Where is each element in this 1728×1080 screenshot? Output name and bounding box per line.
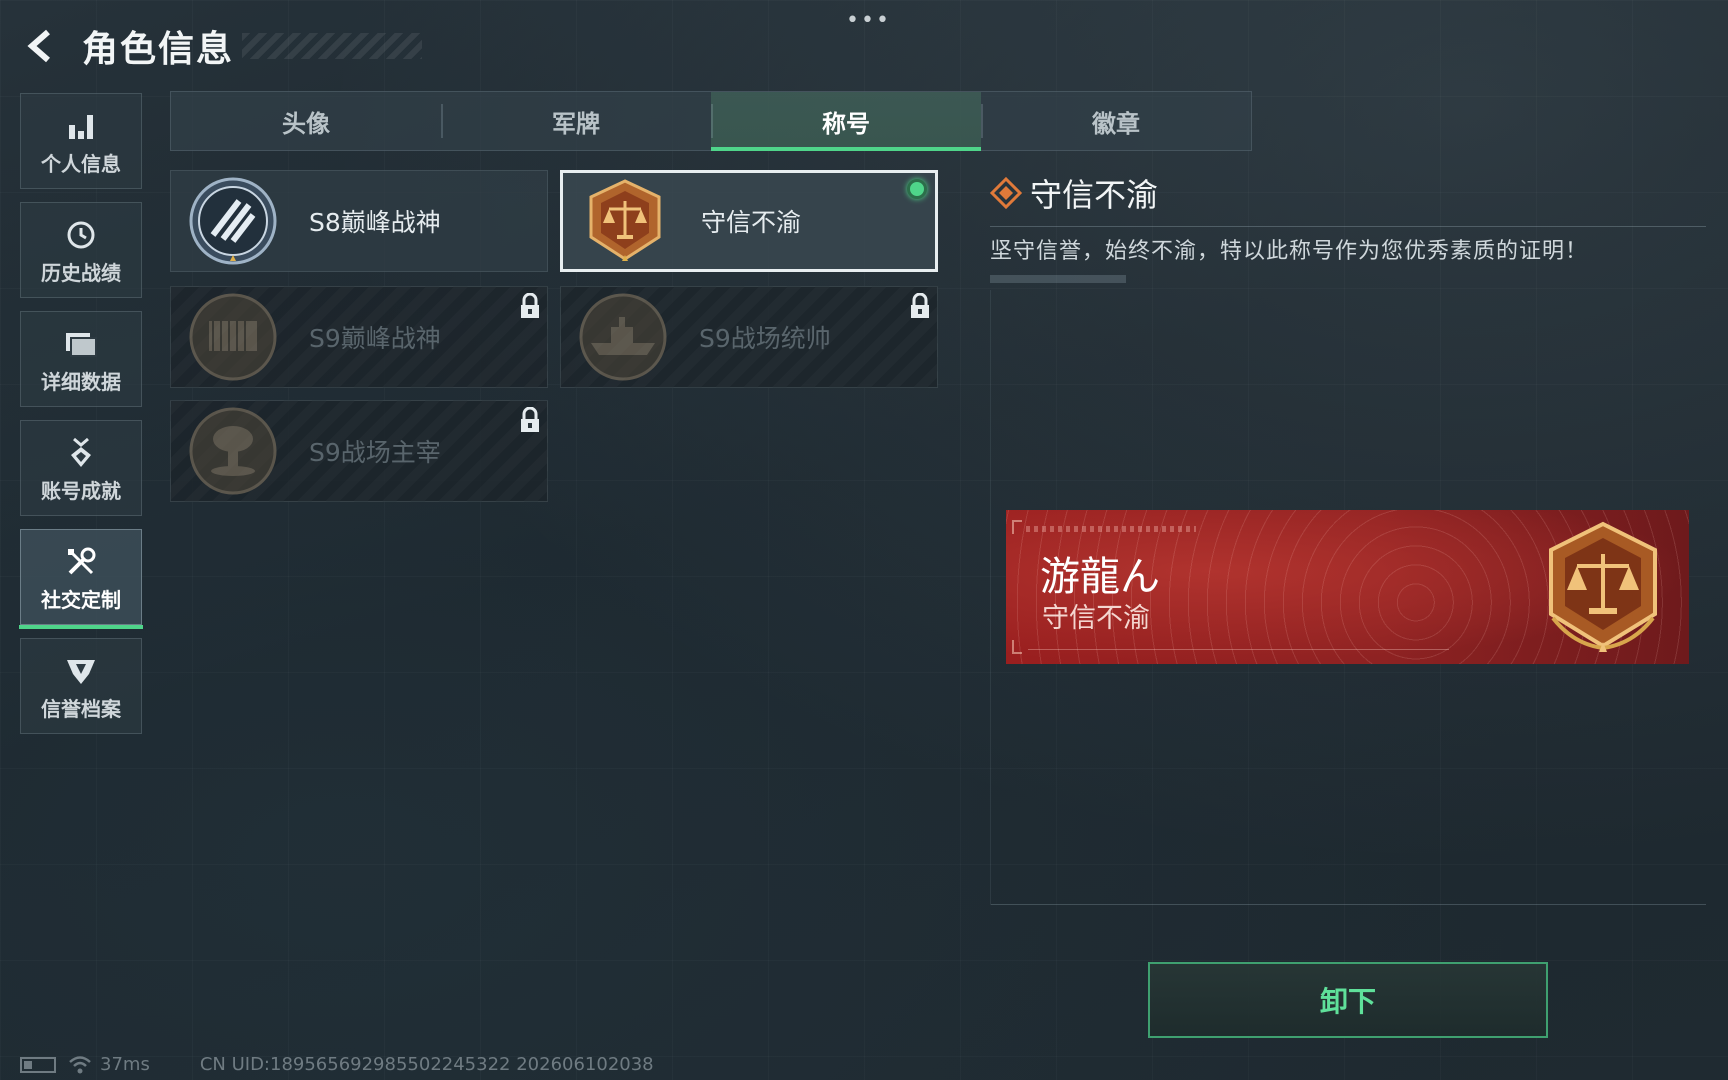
- medal-icon: [66, 433, 96, 473]
- sidebar-item-achievements[interactable]: 账号成就: [20, 420, 142, 516]
- sidebar-item-label: 个人信息: [41, 151, 121, 176]
- title-decoration: [242, 33, 423, 59]
- tab-badge[interactable]: 徽章: [981, 92, 1251, 150]
- banner-corner: [1012, 640, 1022, 654]
- equipped-indicator: [907, 179, 927, 199]
- mushroom-cloud-badge-icon: [189, 407, 277, 495]
- title-detail-panel: 守信不渝 坚守信誉，始终不渝，特以此称号作为您优秀素质的证明！: [990, 170, 1706, 283]
- title-card-name: S9战场主宰: [309, 438, 441, 467]
- sidebar-item-history[interactable]: 历史战绩: [20, 202, 142, 298]
- folder-icon: [64, 324, 98, 364]
- uid-text: CN UID:189565692985502245322 20260610203…: [199, 1054, 654, 1075]
- more-menu-dots[interactable]: •••: [846, 8, 891, 33]
- unequip-button[interactable]: 卸下: [1148, 962, 1548, 1038]
- shield-wing-icon: [65, 651, 97, 691]
- lock-icon: [521, 293, 539, 318]
- tab-title[interactable]: 称号: [711, 92, 981, 151]
- category-tabs: 头像 军牌 称号 徽章: [170, 91, 1252, 151]
- divider: [990, 226, 1706, 227]
- battleship-badge-icon: [579, 293, 667, 381]
- title-card-name: S9巅峰战神: [309, 324, 441, 353]
- sidebar: 个人信息 历史战绩 详细数据 账号成就 社交定制 信誉档案: [19, 93, 144, 747]
- sidebar-item-social-custom[interactable]: 社交定制: [19, 529, 143, 629]
- diamond-emblem-icon: [990, 177, 1022, 209]
- sidebar-item-label: 信誉档案: [41, 696, 121, 721]
- status-bar: 37ms CN UID:189565692985502245322 202606…: [20, 1054, 654, 1075]
- bar-chart-icon: [66, 106, 96, 146]
- scales-emblem-icon: [1549, 521, 1657, 652]
- s8-peak-badge-icon: [189, 177, 277, 265]
- detail-header: 守信不渝: [990, 170, 1706, 216]
- title-card-locked[interactable]: S9巅峰战神: [170, 286, 548, 388]
- sidebar-item-label: 账号成就: [41, 478, 121, 503]
- back-arrow-icon: [27, 29, 50, 63]
- title-card-name: S8巅峰战神: [309, 208, 441, 237]
- title-preview-banner: 游龍ん 守信不渝: [1006, 510, 1689, 664]
- tab-avatar[interactable]: 头像: [171, 92, 441, 150]
- title-card-locked[interactable]: S9战场主宰: [170, 400, 548, 502]
- divider: [991, 904, 1706, 905]
- title-card-locked[interactable]: S9战场统帅: [560, 286, 938, 388]
- sidebar-item-label: 历史战绩: [41, 260, 121, 285]
- title-card-selected[interactable]: 守信不渝: [560, 170, 938, 272]
- title-card[interactable]: S8巅峰战神: [170, 170, 548, 272]
- ping-value: 37ms: [100, 1054, 150, 1075]
- back-button[interactable]: [20, 24, 64, 68]
- tools-icon: [65, 542, 97, 582]
- title-card-name: S9战场统帅: [699, 324, 831, 353]
- sidebar-item-label: 详细数据: [41, 369, 121, 394]
- banner-divider: [1028, 649, 1449, 650]
- scales-badge-icon: [589, 179, 661, 261]
- wifi-icon: [69, 1055, 91, 1073]
- title-card-name: 守信不渝: [701, 208, 802, 237]
- sidebar-item-reputation[interactable]: 信誉档案: [20, 638, 142, 734]
- history-clock-icon: [65, 215, 97, 255]
- battery-icon: [20, 1056, 56, 1073]
- lock-icon: [521, 407, 539, 432]
- banner-micro-text: [1026, 526, 1196, 532]
- sidebar-item-personal-info[interactable]: 个人信息: [20, 93, 142, 189]
- detail-title: 守信不渝: [1030, 176, 1159, 214]
- player-name: 游龍ん: [1040, 554, 1160, 600]
- header: 角色信息: [20, 18, 423, 74]
- banner-corner: [1012, 520, 1022, 534]
- detail-description: 坚守信誉，始终不渝，特以此称号作为您优秀素质的证明！: [990, 239, 1589, 264]
- lock-icon: [911, 293, 929, 318]
- sidebar-item-detailed-data[interactable]: 详细数据: [20, 311, 142, 407]
- detail-sub-decoration: [990, 275, 1126, 283]
- sidebar-item-label: 社交定制: [41, 587, 121, 612]
- page-title: 角色信息: [82, 29, 235, 70]
- tab-dog-tag[interactable]: 军牌: [441, 92, 711, 150]
- fortress-badge-icon: [189, 293, 277, 381]
- banner-title: 守信不渝: [1042, 603, 1150, 634]
